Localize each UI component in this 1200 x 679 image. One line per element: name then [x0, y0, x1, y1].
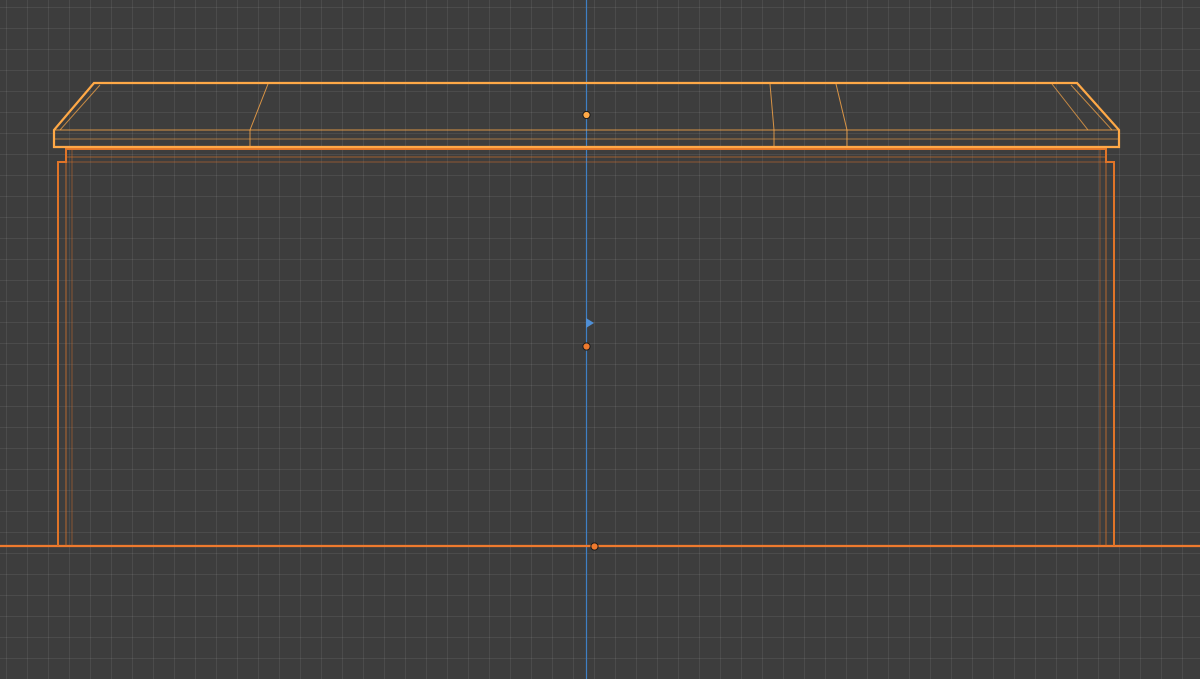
axis-marker-icon — [586, 318, 594, 328]
lid-origin-dot[interactable] — [582, 110, 591, 120]
3d-viewport[interactable] — [0, 0, 1200, 679]
lid-segment — [835, 83, 848, 147]
ground-origin-dot[interactable] — [590, 542, 599, 551]
lid-segment — [769, 83, 775, 147]
viewport-scene[interactable] — [0, 0, 1200, 679]
lid-segment — [249, 83, 269, 147]
body-origin-dot[interactable] — [582, 342, 591, 351]
